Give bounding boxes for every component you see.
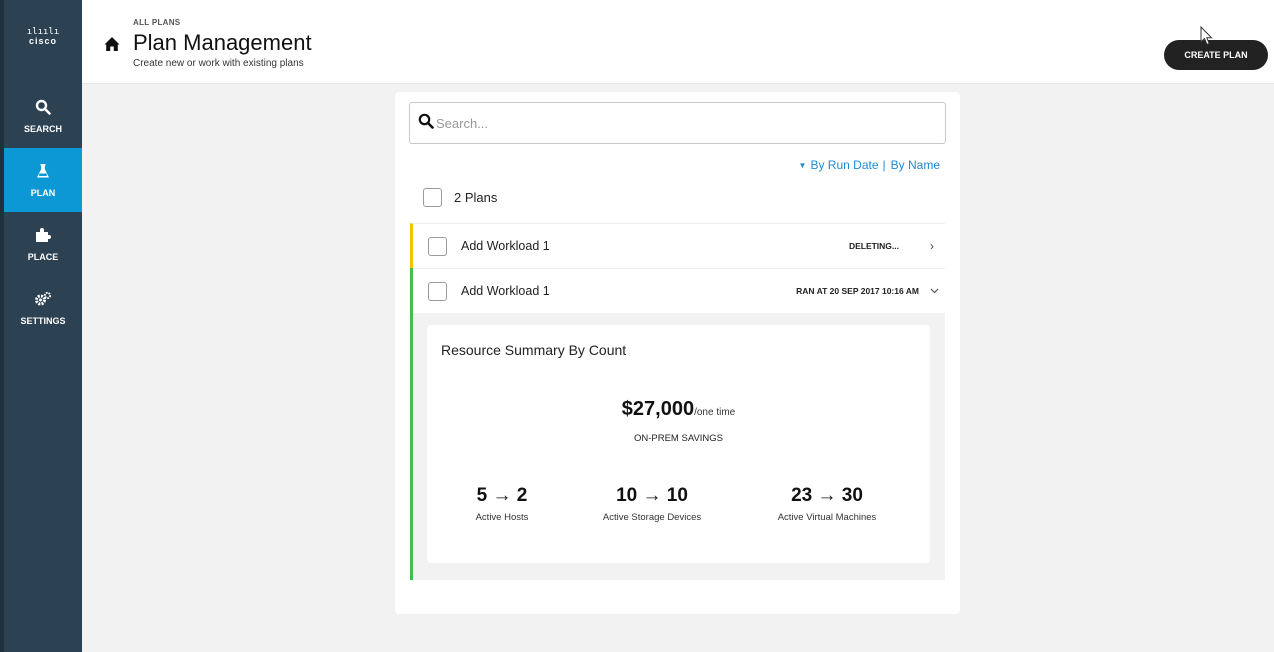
sidebar-item-label: PLAN bbox=[30, 187, 56, 198]
select-all: 2 Plans bbox=[423, 188, 497, 207]
cisco-logo-bars-icon: ılıılı bbox=[26, 27, 60, 37]
page-subtitle: Create new or work with existing plans bbox=[133, 58, 304, 69]
metric-value: 10 → 10 bbox=[616, 485, 688, 506]
plan-name: Add Workload 1 bbox=[461, 284, 550, 298]
search-icon bbox=[418, 113, 434, 134]
metric-label: Active Virtual Machines bbox=[777, 512, 877, 523]
page-title: Plan Management bbox=[133, 30, 312, 55]
metric-label: Active Storage Devices bbox=[602, 512, 702, 523]
plan-row[interactable]: Add Workload 1 DELETING... › bbox=[410, 223, 945, 268]
metric-value: 5 → 2 bbox=[476, 485, 528, 506]
chevron-down-icon[interactable] bbox=[923, 286, 945, 297]
sidebar-item-label: SETTINGS bbox=[20, 315, 66, 326]
sort-controls: ▼ By Run Date | By Name bbox=[799, 158, 940, 172]
metric-active-hosts: 5 → 2 Active Hosts bbox=[457, 485, 547, 523]
sort-descending-icon: ▼ bbox=[798, 160, 807, 170]
select-all-checkbox[interactable] bbox=[423, 188, 442, 207]
sidebar-item-plan[interactable]: PLAN bbox=[4, 148, 82, 212]
resource-summary-card: Resource Summary By Count $27,000/one ti… bbox=[427, 325, 930, 563]
search-icon bbox=[35, 99, 51, 119]
sidebar-item-label: PLACE bbox=[27, 251, 59, 262]
page-header: ALL PLANS Plan Management Create new or … bbox=[82, 0, 1274, 84]
plan-checkbox[interactable] bbox=[428, 281, 447, 301]
summary-title: Resource Summary By Count bbox=[441, 342, 627, 358]
sort-by-run-date-link[interactable]: By Run Date bbox=[810, 158, 878, 172]
sidebar-item-settings[interactable]: SETTINGS bbox=[4, 276, 82, 340]
plan-checkbox[interactable] bbox=[428, 236, 447, 256]
mouse-cursor-icon bbox=[1200, 25, 1214, 46]
sidebar-item-place[interactable]: PLACE bbox=[4, 212, 82, 276]
breadcrumb[interactable]: ALL PLANS bbox=[133, 18, 180, 27]
plans-count: 2 Plans bbox=[454, 190, 498, 205]
home-icon[interactable] bbox=[104, 36, 120, 52]
savings-value: $27,000 bbox=[621, 398, 695, 420]
plan-row[interactable]: Add Workload 1 RAN AT 20 SEP 2017 10:16 … bbox=[413, 268, 945, 313]
plan-status: DELETING... bbox=[848, 241, 899, 251]
metric-label: Active Hosts bbox=[475, 512, 529, 523]
savings-label: ON-PREM SAVINGS bbox=[633, 433, 724, 444]
create-plan-button[interactable]: CREATE PLAN bbox=[1164, 40, 1268, 70]
gears-icon bbox=[34, 291, 52, 311]
plan-row-expanded: Add Workload 1 RAN AT 20 SEP 2017 10:16 … bbox=[410, 268, 945, 580]
metric-active-storage-devices: 10 → 10 Active Storage Devices bbox=[582, 485, 722, 523]
metric-value: 23 → 30 bbox=[791, 485, 863, 506]
plan-status: RAN AT 20 SEP 2017 10:16 AM bbox=[796, 286, 919, 296]
sort-separator: | bbox=[882, 158, 886, 172]
sort-by-name-link[interactable]: By Name bbox=[891, 158, 940, 172]
cisco-logo[interactable]: ılıılı cisco bbox=[4, 0, 82, 84]
cisco-logo-text: cisco bbox=[28, 36, 57, 46]
metric-active-virtual-machines: 23 → 30 Active Virtual Machines bbox=[752, 485, 902, 523]
sidebar: ılıılı cisco SEARCH PLAN PLACE SETTINGS bbox=[0, 0, 82, 652]
savings-unit: /one time bbox=[694, 407, 736, 418]
puzzle-icon bbox=[35, 227, 51, 247]
sidebar-item-label: SEARCH bbox=[23, 123, 62, 134]
chevron-right-icon[interactable]: › bbox=[919, 239, 945, 253]
plan-name: Add Workload 1 bbox=[461, 239, 550, 253]
sidebar-item-search[interactable]: SEARCH bbox=[4, 84, 82, 148]
plans-panel: ▼ By Run Date | By Name 2 Plans Add Work… bbox=[395, 92, 960, 614]
search-box[interactable] bbox=[409, 102, 946, 144]
flask-icon bbox=[36, 163, 50, 183]
savings-amount: $27,000/one time bbox=[427, 398, 930, 421]
search-input[interactable] bbox=[436, 115, 916, 131]
